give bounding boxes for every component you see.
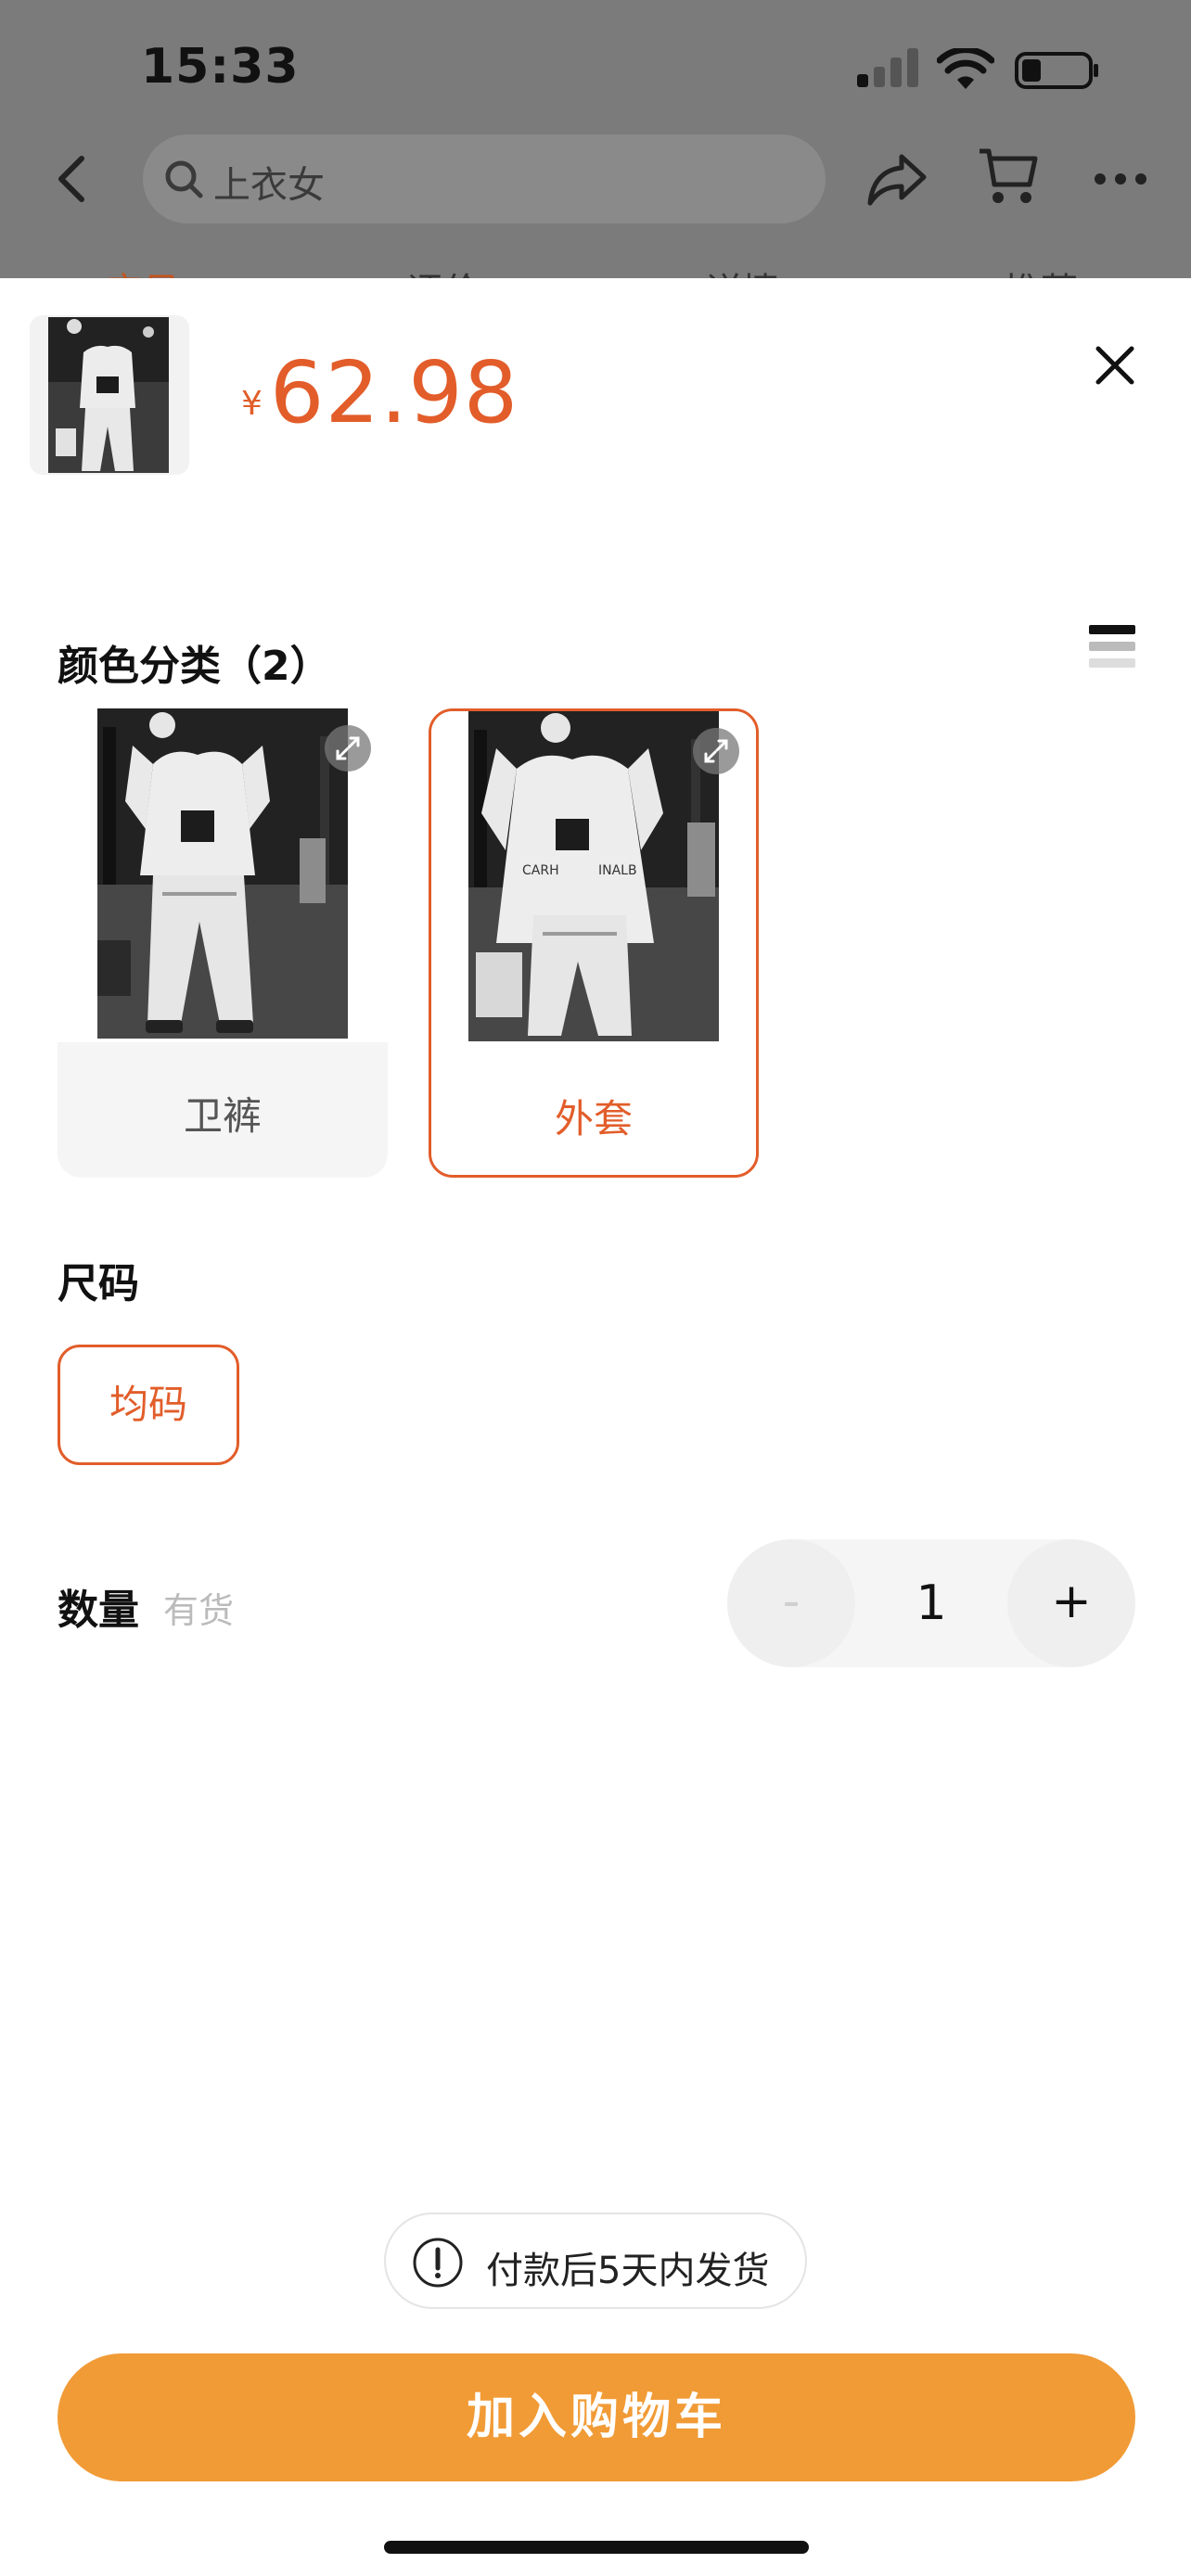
decrease-quantity-button[interactable]: - [727,1539,855,1667]
wifi-icon [937,48,994,89]
shipping-notice: 付款后5天内发货 [384,2213,807,2309]
background-page: 15:33 上衣女 [0,0,1191,278]
search-icon [165,160,203,198]
background-tabs: 宝贝 评价 详情 推荐 [0,250,1191,278]
product-price: ¥62.98 [241,343,519,442]
color-option-photo [97,708,348,1039]
add-to-cart-button[interactable]: 加入购物车 [58,2353,1135,2481]
tab-label: 详情 [705,261,779,278]
cellular-signal-icon [857,48,918,87]
exclamation-icon [413,2238,463,2288]
sku-selector-sheet: ¥62.98 颜色分类（2） 卫裤 CARH INALB 外套 尺码 均码 数量… [0,278,1191,2576]
close-icon[interactable] [1093,343,1137,388]
expand-image-icon[interactable] [325,725,371,772]
color-option-sweatpants[interactable]: 卫裤 [58,708,388,1178]
search-placeholder: 上衣女 [213,164,325,207]
nav-bar: 上衣女 [0,134,1191,223]
tab-label: 宝贝 [106,261,180,278]
list-view-toggle-icon[interactable] [1089,623,1135,671]
status-bar: 15:33 [0,0,1191,139]
product-thumbnail[interactable] [30,315,189,475]
expand-image-icon[interactable] [693,728,739,774]
tab-label: 评价 [406,261,480,278]
size-option-one-size[interactable]: 均码 [58,1345,239,1465]
color-option-jacket[interactable]: CARH INALB 外套 [429,708,759,1178]
more-icon[interactable] [1093,172,1148,186]
home-indicator[interactable] [384,2541,809,2554]
color-option-image: CARH INALB [431,711,756,1045]
price-value: 62.98 [269,343,519,442]
battery-icon [1015,52,1098,89]
quantity-title: 数量 [58,1587,139,1634]
status-time: 15:33 [141,39,300,95]
search-box[interactable]: 上衣女 [143,134,826,223]
color-option-image [58,708,388,1042]
quantity-value[interactable]: 1 [866,1539,996,1667]
cart-icon[interactable] [978,144,1039,210]
back-icon[interactable] [52,153,93,205]
svg-text:CARH: CARH [522,863,559,878]
color-option-label: 外套 [554,1096,633,1141]
share-icon[interactable] [866,147,928,209]
product-thumbnail-image [30,315,189,475]
shipping-notice-text: 付款后5天内发货 [486,2250,770,2292]
stock-status: 有货 [163,1590,235,1631]
svg-text:INALB: INALB [598,863,637,878]
color-option-photo: CARH INALB [468,711,719,1041]
size-section-title: 尺码 [58,1260,139,1307]
tab-label: 推荐 [1004,261,1078,278]
color-section-title: 颜色分类（2） [58,643,331,690]
increase-quantity-button[interactable]: + [1007,1539,1135,1667]
quantity-stepper: - 1 + [727,1539,1135,1667]
color-option-label: 卫裤 [183,1093,262,1139]
currency-symbol: ¥ [241,385,263,423]
